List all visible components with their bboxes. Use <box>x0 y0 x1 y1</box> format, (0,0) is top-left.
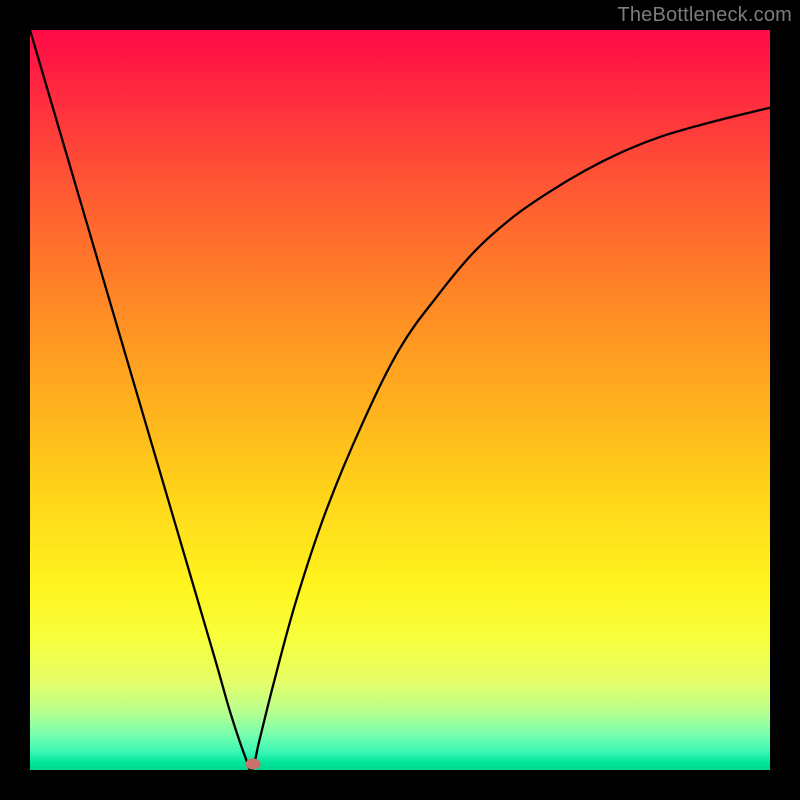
plot-area <box>30 30 770 770</box>
attribution-text: TheBottleneck.com <box>617 4 792 27</box>
minimum-point-marker <box>246 759 261 770</box>
chart-canvas: TheBottleneck.com <box>0 0 800 800</box>
curve-line <box>30 30 770 770</box>
bottleneck-curve <box>30 30 770 770</box>
